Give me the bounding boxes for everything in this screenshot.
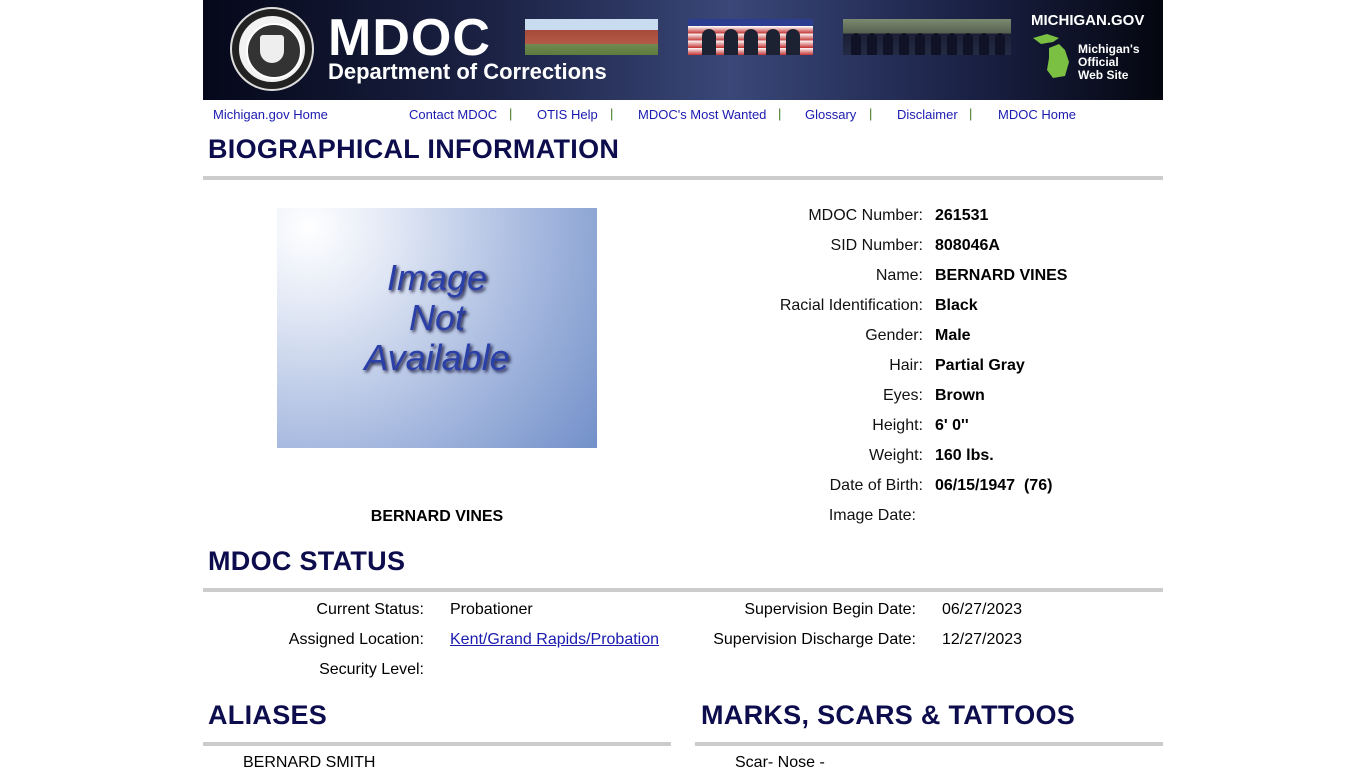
bio-label: Gender: — [865, 327, 923, 344]
nav-link-contact-mdoc[interactable]: Contact MDOC — [409, 107, 497, 122]
bio-row-gender: Gender: Male — [203, 327, 1163, 347]
section-divider — [203, 742, 671, 746]
officers-flag-photo — [688, 19, 813, 55]
bio-label: Date of Birth: — [829, 477, 923, 494]
officer-figure — [947, 33, 957, 55]
bio-label: Hair: — [889, 357, 923, 374]
bio-value: Male — [935, 327, 971, 344]
bio-value: 261531 — [935, 207, 989, 224]
officer-figure — [786, 29, 800, 55]
bio-label: Image Date: — [828, 507, 916, 524]
nav-separator: | — [610, 106, 614, 121]
supervision-begin-label: Supervision Begin Date: — [744, 601, 916, 618]
status-section-title: MDOC STATUS — [208, 546, 406, 576]
current-status-label: Current Status: — [316, 601, 424, 618]
supervision-discharge-value: 12/27/2023 — [942, 631, 1023, 648]
bio-value: Brown — [935, 387, 985, 404]
state-seal-logo[interactable] — [230, 7, 314, 91]
nav-link-mdoc-home[interactable]: MDOC Home — [998, 107, 1076, 122]
bio-value: BERNARD VINES — [935, 267, 1068, 284]
bio-value: Black — [935, 297, 978, 314]
bio-label: Weight: — [869, 447, 923, 464]
bio-row-name: Name: BERNARD VINES — [203, 267, 1163, 287]
officer-figure — [766, 29, 780, 55]
supervision-discharge-label: Supervision Discharge Date: — [713, 631, 916, 648]
officer-figure — [915, 33, 925, 55]
section-divider — [203, 588, 1163, 592]
nav-link-michigan-home[interactable]: Michigan.gov Home — [213, 107, 328, 122]
tagline-line: Web Site — [1078, 68, 1129, 82]
officer-figure — [931, 33, 941, 55]
mdoc-logo-subtitle: Department of Corrections — [328, 59, 607, 84]
supervision-begin-value: 06/27/2023 — [942, 601, 1023, 618]
bio-label: Racial Identification: — [779, 297, 923, 314]
bio-row-weight: Weight: 160 lbs. — [203, 447, 1163, 467]
bio-row-sid-number: SID Number: 808046A — [203, 237, 1163, 257]
officer-figure — [702, 29, 716, 55]
facility-photo — [525, 19, 658, 55]
officer-figure — [963, 33, 973, 55]
security-level-label: Security Level: — [319, 661, 424, 678]
section-divider — [203, 176, 1163, 180]
nav-link-disclaimer[interactable]: Disclaimer — [897, 107, 958, 122]
officer-figure — [979, 33, 989, 55]
michigan-map-icon — [1033, 34, 1069, 78]
section-divider — [695, 742, 1163, 746]
michigan-official-tagline: Michigan's Official Web Site — [1078, 43, 1140, 82]
bio-value: 808046A — [935, 237, 1000, 254]
nav-separator: | — [969, 106, 973, 121]
bio-label: Height: — [872, 417, 923, 434]
officer-figure — [883, 33, 893, 55]
bio-label: SID Number: — [830, 237, 923, 254]
assigned-location-value: Kent/Grand Rapids/Probation — [450, 631, 659, 649]
officer-figure — [724, 29, 738, 55]
bio-row-height: Height: 6' 0'' — [203, 417, 1163, 437]
assigned-location-label: Assigned Location: — [288, 631, 424, 648]
nav-link-most-wanted[interactable]: MDOC's Most Wanted — [638, 107, 766, 122]
nav-link-otis-help[interactable]: OTIS Help — [537, 107, 598, 122]
bio-row-dob: Date of Birth: 06/15/1947 (76) — [203, 477, 1163, 497]
bio-value: Partial Gray — [935, 357, 1025, 374]
officer-figure — [995, 33, 1005, 55]
bio-row-hair: Hair: Partial Gray — [203, 357, 1163, 377]
bio-row-eyes: Eyes: Brown — [203, 387, 1163, 407]
michigan-gov-title[interactable]: MICHIGAN.GOV — [1031, 12, 1144, 29]
bio-section-title: BIOGRAPHICAL INFORMATION — [208, 134, 620, 164]
officer-figure — [744, 29, 758, 55]
bio-row-race: Racial Identification: Black — [203, 297, 1163, 317]
seal-center — [246, 23, 302, 79]
nav-link-glossary[interactable]: Glossary — [805, 107, 856, 122]
header-banner: MDOC Department of Corrections MICHIGAN.… — [203, 0, 1163, 100]
officer-figure — [867, 33, 877, 55]
nav-separator: | — [869, 106, 873, 121]
bio-value: 6' 0'' — [935, 417, 969, 434]
officer-figure — [851, 33, 861, 55]
officers-formation-photo — [843, 19, 1011, 55]
current-status-value: Probationer — [450, 601, 533, 618]
nav-separator: | — [778, 106, 782, 121]
aliases-section-title: ALIASES — [208, 700, 328, 730]
marks-section-title: MARKS, SCARS & TATTOOS — [701, 700, 1076, 730]
assigned-location-link[interactable]: Kent/Grand Rapids/Probation — [450, 631, 659, 648]
bio-label: Name: — [875, 267, 923, 284]
mark-item: Scar- Nose - — [735, 754, 825, 771]
bio-row-mdoc-number: MDOC Number: 261531 — [203, 207, 1163, 227]
seal-crest-icon — [260, 35, 284, 63]
bio-value: 160 lbs. — [935, 447, 994, 464]
officer-figure — [899, 33, 909, 55]
top-nav: Michigan.gov Home Contact MDOC | OTIS He… — [203, 106, 1163, 126]
page: MDOC Department of Corrections MICHIGAN.… — [203, 0, 1163, 771]
bio-label: MDOC Number: — [808, 207, 923, 224]
nav-separator: | — [509, 106, 513, 121]
bio-row-image-date: Image Date: — [203, 507, 1163, 527]
alias-item: BERNARD SMITH — [243, 754, 376, 771]
bio-label: Eyes: — [882, 387, 923, 404]
bio-value: 06/15/1947 (76) — [935, 477, 1053, 494]
